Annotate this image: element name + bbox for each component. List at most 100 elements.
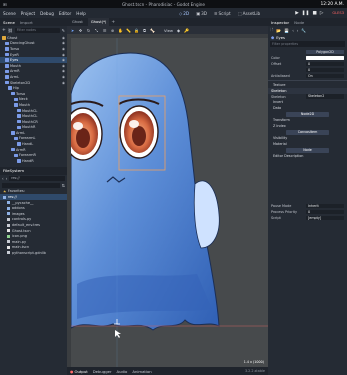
group-icon[interactable]: ⧉ [142,28,147,33]
apps-menu-icon[interactable]: ⊞ [3,2,7,7]
visibility-eye-icon[interactable]: ◉ [62,47,65,51]
antialiased-toggle[interactable]: On [306,73,344,79]
workspace-2d[interactable]: ◇ 2D [179,11,189,16]
workspace-3d[interactable]: ▣ 3D [196,11,207,16]
add-node-icon[interactable]: + [2,28,6,33]
zoom-readout: 1.4 x (1000) [243,360,264,364]
editor-description-area[interactable] [268,159,347,203]
visibility-eye-icon[interactable]: ◉ [62,81,65,85]
object-tools-icon[interactable]: 🔧 [301,28,306,33]
tab-node[interactable]: Node [294,20,304,25]
node-type-icon [5,80,9,85]
menu-editor[interactable]: Editor [59,11,71,16]
visibility-eye-icon[interactable]: ◉ [62,41,65,45]
section-zindex[interactable]: Z Index [268,123,347,129]
back-icon[interactable]: ‹ [2,176,4,181]
script-field[interactable]: [empty] [306,215,344,221]
script-icon: ≡ [213,10,218,16]
scene-icon [7,229,11,233]
cursor-hand [115,330,121,338]
visibility-eye-icon[interactable]: ◉ [62,75,65,79]
save-resource-icon[interactable]: 💾 [284,28,289,33]
pause-icon[interactable]: ❚❚ [302,11,310,16]
tab-import[interactable]: Import [20,20,33,25]
offset-y-field[interactable]: 0 [306,67,344,73]
pan-tool-icon[interactable]: ✋ [118,28,123,33]
tab-scene[interactable]: Scene [3,20,15,25]
pivot-tool-icon[interactable]: ⊕ [110,28,115,33]
color-swatch[interactable] [306,55,344,61]
inspector-dock: Inspector Node 🗋 📂 💾 ‹ › 🔧 ⬟ Eyes Filter… [268,18,347,375]
visibility-eye-icon[interactable]: ◉ [62,58,65,62]
menu-help[interactable]: Help [76,11,86,16]
ruler-left [67,34,71,367]
tab-debugger[interactable]: Debugger [93,369,112,374]
play-scene-icon[interactable]: ▷ [320,11,324,16]
resource-button[interactable]: Polygon2D [306,49,344,55]
node-type-icon [11,147,15,152]
section-data[interactable]: Data [268,105,347,111]
visibility-eye-icon[interactable]: ◉ [62,69,65,73]
inspected-node[interactable]: ⬟ Eyes [268,34,347,41]
view-menu[interactable]: View [164,28,173,33]
script-attach-icon[interactable]: ✎ [62,28,65,33]
file-icon [7,240,11,244]
ruler-tool-icon[interactable]: 📏 [126,28,131,33]
history-back-icon[interactable]: ‹ [292,28,294,33]
node-type-icon [5,47,9,51]
new-resource-icon[interactable]: 🗋 [270,27,273,34]
renderer-label[interactable]: GLES3 [332,11,344,15]
rotate-tool-icon[interactable]: ↻ [86,28,91,33]
section-material[interactable]: Material [268,141,347,147]
list-select-icon[interactable]: ☰ [102,28,107,33]
tab-animation[interactable]: Animation [132,369,151,374]
move-tool-icon[interactable]: ✥ [78,28,83,33]
add-tab-icon[interactable]: + [111,20,115,25]
tab-inspector[interactable]: Inspector [271,20,289,25]
offset-x-field[interactable]: 0 [306,61,344,67]
visibility-eye-icon[interactable]: ◉ [62,64,65,68]
canvas-viewport[interactable]: 1.4 x (1000) [67,34,268,367]
scene-icon [7,245,11,249]
workspace-script[interactable]: ≡ Script [214,11,231,16]
menu-project[interactable]: Project [21,11,35,16]
history-forward-icon[interactable]: › [297,28,299,33]
forward-icon[interactable]: › [6,176,8,181]
scene-tab-ghost[interactable]: Ghost [69,18,86,26]
play-icon[interactable]: ▶ [295,11,299,16]
skeleton-nodepath[interactable]: Skeleton2 [306,94,344,99]
sort-icon[interactable]: ⇅ [62,183,65,188]
scene-node-label: ArmL [16,130,26,135]
open-resource-icon[interactable]: 📂 [276,28,281,33]
filesystem-item-label: res:// [7,195,17,200]
visibility-eye-icon[interactable]: ◉ [62,53,65,57]
filesystem-path-input[interactable]: res:// [9,175,65,181]
bone-icon[interactable]: 🦴 [150,28,155,33]
workspace-assetlib[interactable]: ⬚ AssetLib [238,11,261,16]
stop-icon[interactable]: ■ [312,11,316,16]
scene-tree-node[interactable]: HandR [0,158,67,164]
inspector-filter-input[interactable]: Filter properties [270,41,345,47]
tab-audio[interactable]: Audio [117,369,128,374]
scene-filter-input[interactable]: Filter nodes [14,27,60,33]
link-icon[interactable]: ⛓ [8,28,13,33]
key-icon[interactable]: 🔑 [184,28,189,33]
process-priority-field[interactable]: 0 [306,209,344,215]
system-bar: ⊞ Ghost.tscn - Pharodisiac - Godot Engin… [0,0,347,8]
scene-tab-ghost-modified[interactable]: Ghost(*) [87,18,110,26]
menu-debug[interactable]: Debug [40,11,54,16]
keyframe-icon[interactable]: ◆ [176,28,181,33]
filesystem-search-input[interactable] [2,182,60,188]
scale-tool-icon[interactable]: ⤡ [94,28,99,33]
inspector-tabs: Inspector Node [268,18,347,26]
lock-icon[interactable]: 🔒 [134,28,139,33]
play-controls: ▶ ❚❚ ■ ▷ [295,11,323,16]
filesystem-item-label: pythonscript.gdnlib [11,250,46,255]
visibility-eye-icon[interactable]: ◉ [62,36,65,40]
filesystem-item[interactable]: pythonscript.gdnlib [0,250,67,256]
select-tool-icon[interactable]: ➤ [70,28,75,33]
scene-node-label: ArmR [16,147,26,152]
tab-output[interactable]: ● Output [70,369,88,374]
pause-mode-select[interactable]: Inherit [306,203,344,209]
menu-scene[interactable]: Scene [3,11,16,16]
